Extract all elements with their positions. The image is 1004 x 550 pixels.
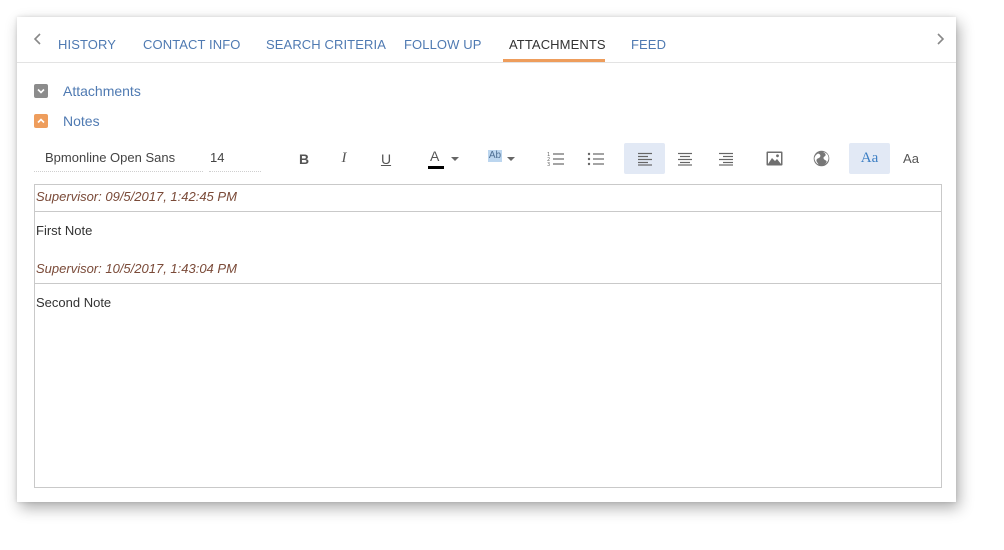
- notes-group-header[interactable]: Notes: [34, 113, 134, 133]
- expand-toggle[interactable]: [34, 84, 48, 98]
- align-right-button[interactable]: [706, 143, 746, 174]
- insert-link-button[interactable]: [801, 143, 841, 174]
- numbered-list-button[interactable]: 1 2 3: [536, 143, 576, 174]
- serif-font-button[interactable]: Aa: [849, 143, 890, 174]
- attachments-group-header[interactable]: Attachments: [34, 83, 174, 103]
- tab-search-criteria[interactable]: SEARCH CRITERIA: [266, 37, 386, 52]
- align-right-icon: [719, 152, 733, 166]
- align-left-button[interactable]: [624, 143, 665, 174]
- note-text: First Note: [36, 223, 93, 238]
- italic-button[interactable]: I: [324, 143, 364, 174]
- font-family-select[interactable]: Bpmonline Open Sans: [34, 143, 203, 172]
- bold-button[interactable]: B: [284, 143, 324, 174]
- serif-font-icon: Aa: [860, 150, 879, 166]
- sans-font-button[interactable]: Aa: [891, 143, 931, 174]
- notes-group-label: Notes: [63, 113, 100, 129]
- note-meta: Supervisor: 09/5/2017, 1:42:45 PM: [36, 189, 237, 204]
- italic-icon: I: [341, 150, 347, 166]
- bold-icon: B: [298, 150, 310, 167]
- chevron-right-icon: [937, 33, 945, 45]
- tabs-next-button[interactable]: [929, 28, 951, 50]
- chevron-up-icon: [37, 118, 45, 124]
- note-divider: [35, 211, 941, 212]
- underline-icon: U: [380, 150, 392, 167]
- numbered-list-icon: 1 2 3: [547, 152, 564, 167]
- tab-feed[interactable]: FEED: [631, 37, 666, 52]
- note-text: Second Note: [36, 295, 112, 310]
- note-meta: Supervisor: 10/5/2017, 1:43:04 PM: [36, 261, 237, 276]
- detail-card: HISTORY CONTACT INFO SEARCH CRITERIA FOL…: [17, 17, 956, 502]
- insert-image-button[interactable]: [754, 143, 794, 174]
- font-size-select[interactable]: 14: [209, 143, 261, 172]
- font-color-swatch: [428, 165, 444, 169]
- collapse-toggle[interactable]: [34, 114, 48, 128]
- font-color-icon: A: [426, 148, 446, 170]
- tabs-prev-button[interactable]: [27, 28, 49, 50]
- align-center-icon: [678, 152, 692, 166]
- tab-contact-info[interactable]: CONTACT INFO: [143, 37, 241, 52]
- bullet-list-icon: [587, 152, 604, 165]
- tab-history[interactable]: HISTORY: [58, 37, 116, 52]
- chevron-left-icon: [33, 33, 41, 45]
- highlight-icon: Ab: [487, 149, 503, 162]
- sans-font-icon: Aa: [903, 151, 919, 166]
- caret-down-icon: [507, 156, 516, 161]
- highlight-color-button[interactable]: Ab: [478, 143, 526, 174]
- note-divider: [35, 283, 941, 284]
- align-left-icon: [637, 152, 652, 166]
- tab-follow-up[interactable]: FOLLOW UP: [404, 37, 481, 52]
- tab-bar: HISTORY CONTACT INFO SEARCH CRITERIA FOL…: [17, 17, 956, 63]
- font-color-button[interactable]: A: [419, 143, 467, 174]
- align-center-button[interactable]: [665, 143, 705, 174]
- notes-editor[interactable]: Supervisor: 09/5/2017, 1:42:45 PM First …: [34, 184, 942, 488]
- bullet-list-button[interactable]: [576, 143, 616, 174]
- underline-button[interactable]: U: [366, 143, 406, 174]
- svg-text:3: 3: [547, 162, 550, 167]
- image-icon: [766, 151, 782, 166]
- rich-text-toolbar: Bpmonline Open Sans 14 B I U A Ab 1 2 3 …: [34, 143, 939, 175]
- active-tab-indicator: [503, 59, 605, 62]
- chevron-down-icon: [37, 88, 45, 94]
- tab-attachments[interactable]: ATTACHMENTS: [509, 37, 606, 52]
- attachments-group-label: Attachments: [63, 83, 141, 99]
- caret-down-icon: [451, 156, 459, 161]
- globe-icon: [813, 150, 829, 167]
